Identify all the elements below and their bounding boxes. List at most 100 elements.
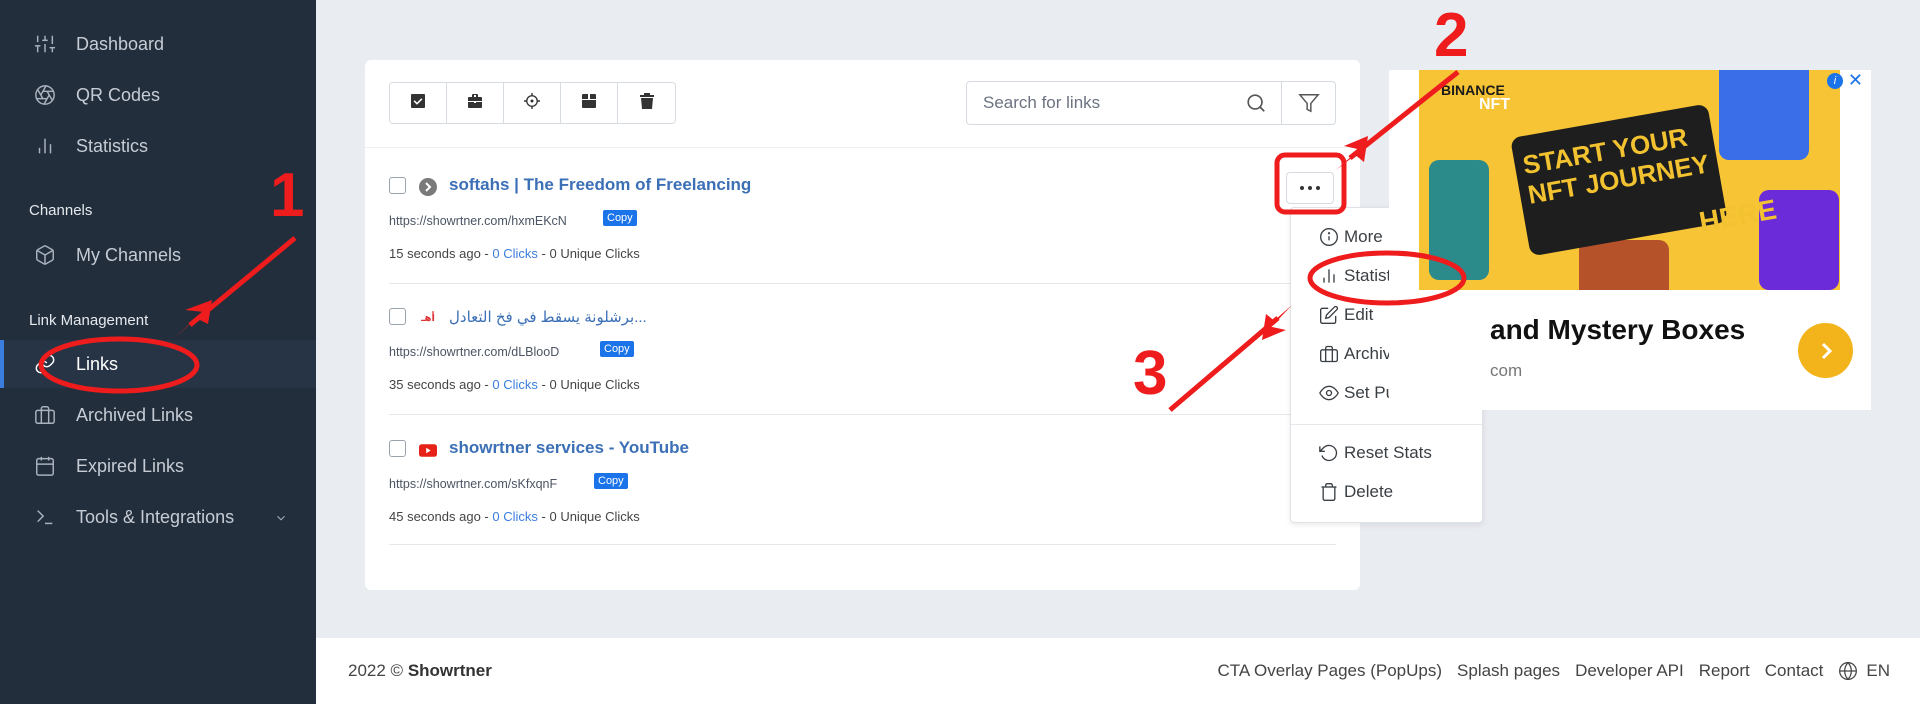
link-meta: 45 seconds ago - 0 Clicks - 0 Unique Cli… [389, 509, 640, 524]
delete-button[interactable] [618, 83, 675, 123]
ad-tile [1429, 160, 1489, 280]
move-button[interactable] [447, 83, 504, 123]
divider [389, 283, 1336, 284]
trash-icon [1321, 483, 1337, 501]
edit-icon [1320, 305, 1339, 324]
sidebar-item-label: Links [76, 353, 119, 374]
copy-button[interactable]: Copy [600, 341, 634, 357]
row-checkbox[interactable] [389, 177, 406, 194]
sidebar-item-label: Dashboard [76, 33, 165, 54]
bulk-toolbar [389, 82, 676, 124]
ad-title[interactable]: and Mystery Boxes [1490, 314, 1745, 346]
footer-link-cta[interactable]: CTA Overlay Pages (PopUps) [1217, 661, 1442, 681]
eye-icon [1319, 385, 1339, 401]
sidebar-item-expired-links[interactable]: Expired Links [0, 442, 316, 490]
sidebar-item-qr-codes[interactable]: QR Codes [0, 71, 316, 119]
clicks-link[interactable]: 0 Clicks [492, 509, 538, 524]
menu-item-edit[interactable]: Edit [1319, 302, 1373, 328]
divider [365, 147, 1360, 148]
clicks-link[interactable]: 0 Clicks [492, 246, 538, 261]
sidebar-item-statistics[interactable]: Statistics [0, 122, 316, 170]
search-icon[interactable] [1231, 82, 1281, 124]
divider [389, 414, 1336, 415]
link-time: 15 seconds ago [389, 246, 481, 261]
short-url[interactable]: https://showrtner.com/hxmEKcN [389, 214, 567, 228]
ad-subtitle: com [1490, 361, 1523, 380]
footer-link-splash[interactable]: Splash pages [1457, 661, 1560, 681]
sidebar-item-my-channels[interactable]: My Channels [0, 231, 316, 279]
footer-link-developer-api[interactable]: Developer API [1575, 661, 1684, 681]
divider [389, 544, 1336, 545]
select-all-button[interactable] [390, 83, 447, 123]
unique-clicks: - 0 Unique Clicks [541, 509, 640, 524]
footer-link-report[interactable]: Report [1699, 661, 1750, 681]
link-title[interactable]: showrtner services - YouTube [449, 438, 689, 458]
short-url[interactable]: https://showrtner.com/sKfxqnF [389, 477, 557, 491]
row-checkbox[interactable] [389, 440, 406, 457]
link-row: softahs | The Freedom of Freelancing htt… [389, 175, 1336, 307]
copyright-brand[interactable]: Showrtner [408, 661, 492, 680]
filter-icon[interactable] [1281, 82, 1335, 124]
menu-item-delete[interactable]: Delete [1319, 479, 1393, 505]
chevron-down-icon [274, 509, 288, 523]
ad-banner: START YOUR NFT JOURNEY [1510, 103, 1728, 257]
box-icon [581, 93, 597, 114]
arabic-site-icon: أهـ [421, 312, 435, 324]
copyright-year: 2022 © [348, 661, 404, 680]
chevron-right-icon[interactable] [1798, 323, 1853, 378]
annotation-step-2: 2 [1434, 1, 1468, 70]
copy-button[interactable]: Copy [603, 210, 637, 226]
search-input[interactable] [967, 82, 1231, 124]
advertisement[interactable]: BINANCE NFT START YOUR NFT JOURNEY HERE … [1389, 70, 1871, 410]
copy-button[interactable]: Copy [594, 473, 628, 489]
archive-icon [32, 402, 58, 428]
more-options-button[interactable] [1286, 172, 1334, 204]
footer: 2022 © Showrtner CTA Overlay Pages (PopU… [316, 638, 1920, 704]
footer-link-contact[interactable]: Contact [1765, 661, 1824, 681]
link-time: 45 seconds ago [389, 509, 481, 524]
ad-info-icon[interactable]: i [1827, 73, 1843, 89]
sidebar-item-label: QR Codes [76, 84, 161, 105]
footer-links: CTA Overlay Pages (PopUps) Splash pages … [1202, 661, 1890, 681]
target-button[interactable] [504, 83, 561, 123]
section-heading-link-management: Link Management [29, 312, 149, 329]
ad-close-icon[interactable]: ✕ [1848, 70, 1863, 91]
check-square-icon [410, 93, 426, 114]
menu-divider [1291, 424, 1482, 425]
ad-tile [1719, 70, 1809, 160]
separator: - [484, 509, 489, 524]
calendar-icon [32, 453, 58, 479]
more-dot [1300, 186, 1304, 190]
ad-banner-text: START YOUR NFT JOURNEY [1520, 121, 1712, 210]
link-title[interactable]: برشلونة يسقط في فخ التعادل... [449, 308, 647, 326]
more-dot [1316, 186, 1320, 190]
sidebar-item-label: Archived Links [76, 404, 194, 425]
unique-clicks: - 0 Unique Clicks [541, 377, 640, 392]
row-checkbox[interactable] [389, 308, 406, 325]
sidebar-item-label: Tools & Integrations [76, 506, 235, 527]
briefcase-icon [467, 93, 483, 114]
archive-icon [1320, 345, 1338, 363]
language-selector[interactable]: EN [1866, 661, 1890, 681]
link-title[interactable]: softahs | The Freedom of Freelancing [449, 175, 751, 195]
globe-icon[interactable] [1838, 661, 1858, 681]
clicks-link[interactable]: 0 Clicks [492, 377, 538, 392]
sidebar-item-archived-links[interactable]: Archived Links [0, 391, 316, 439]
links-card: softahs | The Freedom of Freelancing htt… [365, 60, 1360, 590]
sidebar-item-dashboard[interactable]: Dashboard [0, 20, 316, 68]
menu-item-label: Reset Stats [1344, 443, 1432, 462]
link-row: showrtner services - YouTube https://sho… [389, 438, 1336, 570]
menu-item-reset-stats[interactable]: Reset Stats [1319, 440, 1432, 466]
sidebar-item-links[interactable]: Links [0, 340, 316, 388]
trash-icon [639, 92, 655, 114]
search-box [966, 81, 1336, 125]
sidebar-item-tools-integrations[interactable]: Tools & Integrations [0, 493, 316, 541]
arrow-circle-icon [419, 178, 437, 196]
ad-image[interactable]: BINANCE NFT START YOUR NFT JOURNEY HERE [1419, 70, 1840, 290]
sidebar-item-label: Statistics [76, 135, 149, 156]
sidebar: Dashboard QR Codes Statistics Channels M… [0, 0, 316, 704]
bar-chart-icon [1323, 269, 1335, 283]
archive-button[interactable] [561, 83, 618, 123]
short-url[interactable]: https://showrtner.com/dLBlooD [389, 345, 559, 359]
crosshair-icon [524, 92, 540, 114]
